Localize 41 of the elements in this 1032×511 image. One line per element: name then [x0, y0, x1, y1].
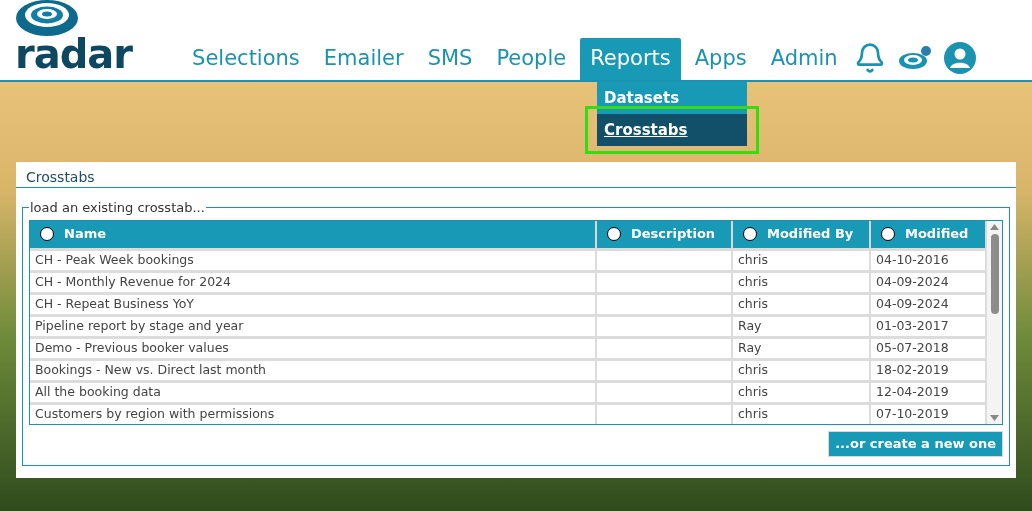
sort-radio[interactable]: [40, 227, 54, 241]
table-cell: Demo - Previous booker values: [30, 338, 597, 358]
sort-radio[interactable]: [881, 227, 895, 241]
table-cell: chris: [733, 404, 871, 424]
nav-tab[interactable]: People: [486, 38, 577, 80]
nav-tab[interactable]: Emailer: [313, 38, 414, 80]
scroll-down-icon[interactable]: [990, 414, 999, 421]
sort-radio[interactable]: [607, 227, 621, 241]
sort-radio[interactable]: [743, 227, 757, 241]
scroll-up-icon[interactable]: [990, 223, 999, 230]
nav-tab[interactable]: Admin: [760, 38, 848, 80]
nav-tab[interactable]: Reports: [580, 38, 681, 80]
nav-tab[interactable]: Apps: [684, 38, 757, 80]
table-cell: Pipeline report by stage and year: [30, 316, 597, 336]
table-cell: chris: [733, 272, 871, 292]
create-new-button[interactable]: ...or create a new one: [828, 430, 1003, 457]
table-cell: CH - Peak Week bookings: [30, 250, 597, 270]
table-cell: Ray: [733, 316, 871, 336]
table-cell: chris: [733, 250, 871, 270]
dropdown-item[interactable]: Crosstabs: [597, 114, 747, 146]
column-header[interactable]: Description: [597, 220, 733, 248]
table-cell: CH - Repeat Business YoY: [30, 294, 597, 314]
column-header[interactable]: Modified By: [733, 220, 871, 248]
panel-title: Crosstabs: [26, 168, 95, 187]
table-cell: chris: [733, 360, 871, 380]
table-cell: chris: [733, 294, 871, 314]
user-avatar-icon[interactable]: [943, 42, 976, 74]
nav-tab[interactable]: SMS: [417, 38, 483, 80]
spiral-notification-icon[interactable]: [897, 45, 932, 71]
nav-tab[interactable]: Selections: [182, 38, 310, 80]
scrollbar-thumb[interactable]: [990, 233, 999, 314]
table-cell: Ray: [733, 338, 871, 358]
table-cell: chris: [733, 382, 871, 402]
table-cell: All the booking data: [30, 382, 597, 402]
scrollbar[interactable]: [987, 220, 1002, 424]
group-legend: load an existing crosstab...: [29, 198, 206, 218]
brand-name: radar: [15, 37, 133, 71]
table-cell: CH - Monthly Revenue for 2024: [30, 272, 597, 292]
table-cell: Bookings - New vs. Direct last month: [30, 360, 597, 380]
column-header[interactable]: Name: [30, 220, 597, 248]
table-cell: Customers by region with permissions: [30, 404, 597, 424]
